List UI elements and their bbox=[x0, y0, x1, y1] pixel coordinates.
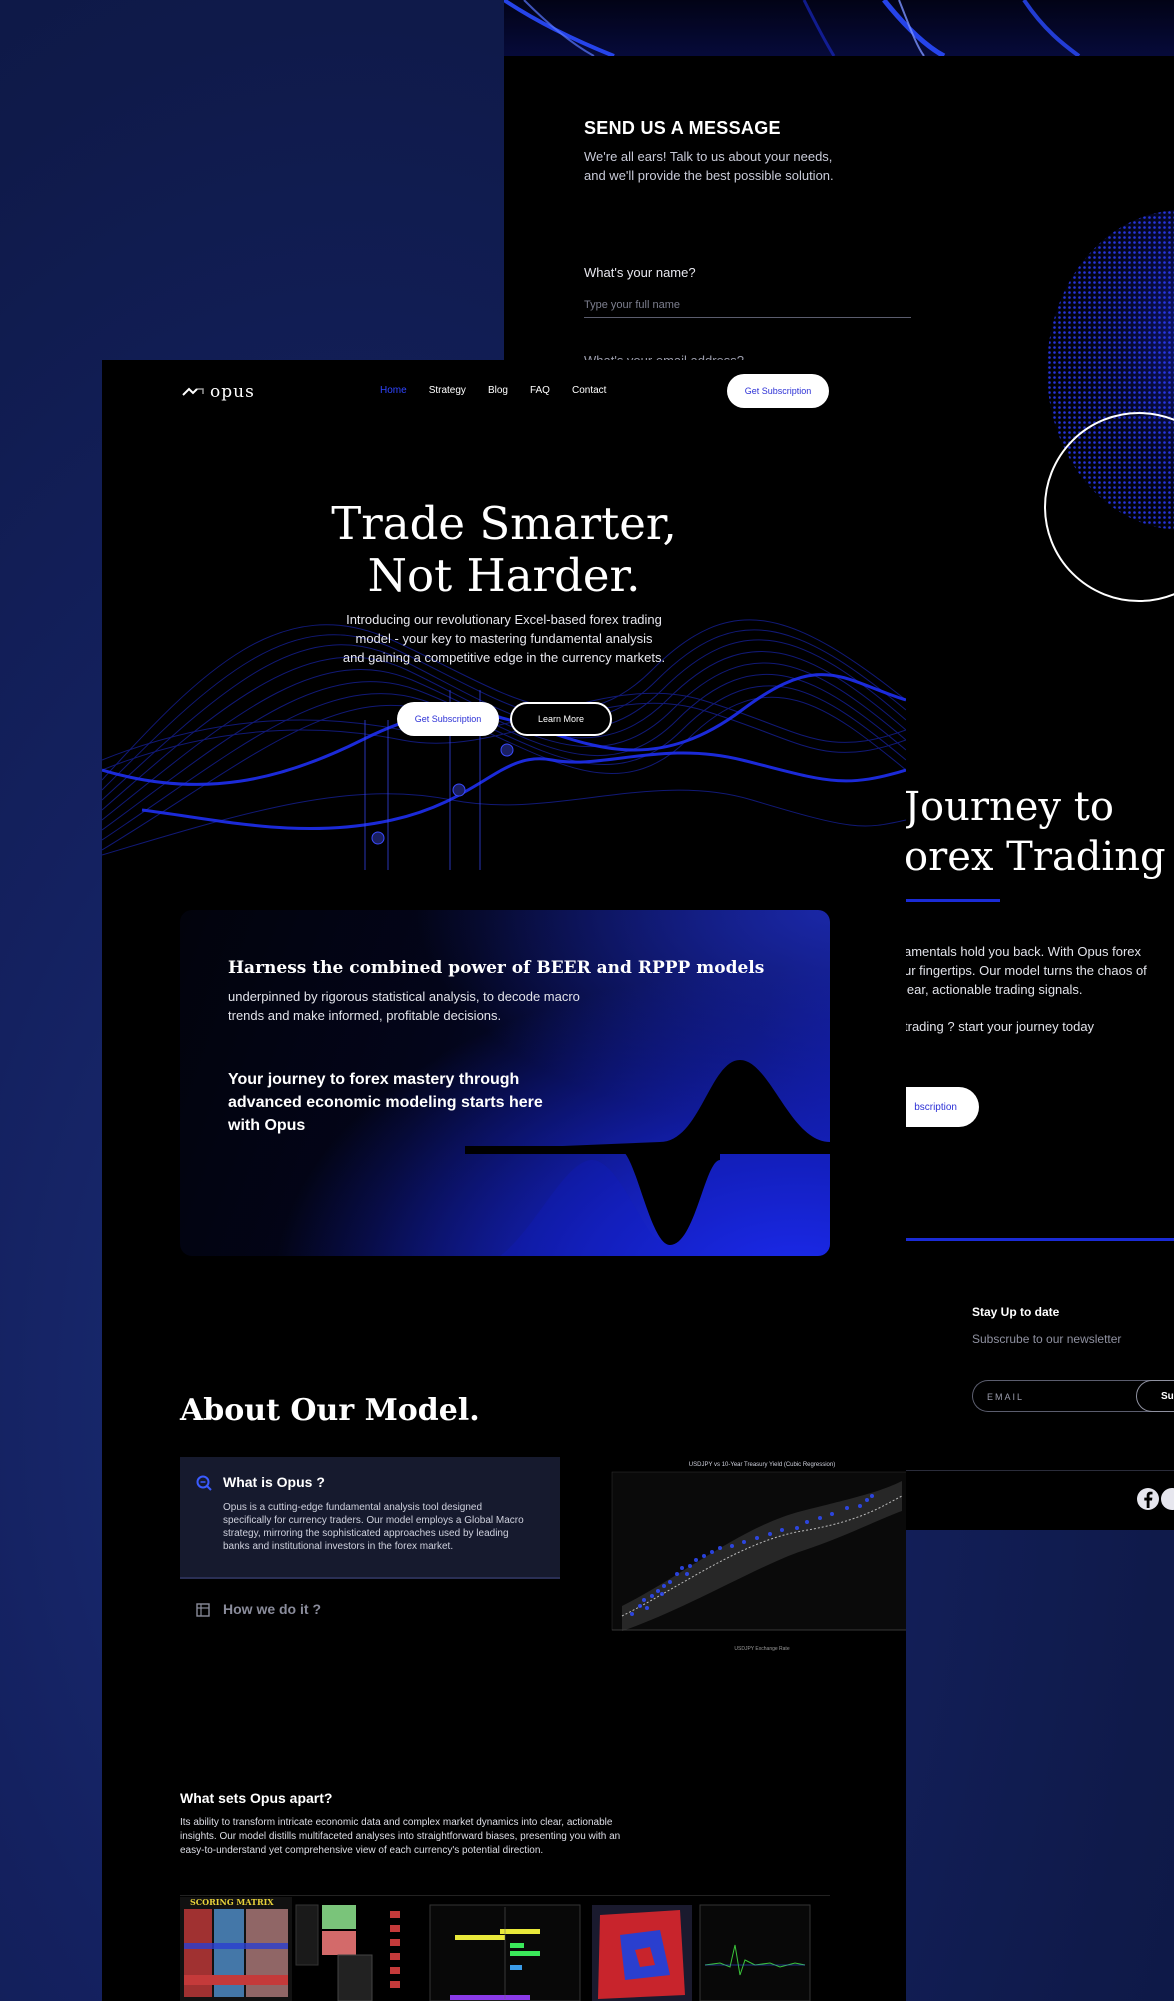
hero-subtitle: Introducing our revolutionary Excel-base… bbox=[102, 610, 906, 667]
journey-body-line: amentals hold you back. With Opus forex bbox=[904, 944, 1142, 959]
newsletter-submit-button[interactable]: Su bbox=[1136, 1380, 1174, 1412]
top-banner bbox=[504, 0, 1174, 59]
contact-subtitle-line: We're all ears! Talk to us about your ne… bbox=[584, 149, 833, 164]
newsletter-subtitle: Subscrube to our newsletter bbox=[972, 1332, 1122, 1346]
apart-body: Its ability to transform intricate econo… bbox=[180, 1816, 640, 1858]
feature-paragraph: underpinned by rigorous statistical anal… bbox=[228, 987, 648, 1025]
accordion-title: What is Opus ? bbox=[223, 1474, 325, 1490]
accordion-body-line: specifically for currency traders. Our m… bbox=[223, 1515, 524, 1526]
nav-item-contact[interactable]: Contact bbox=[572, 385, 606, 396]
logo-mark-icon bbox=[182, 387, 204, 396]
nav-item-home[interactable]: Home bbox=[380, 385, 407, 396]
apart-body-line: insights. Our model distills multifacete… bbox=[180, 1831, 621, 1842]
contact-subtitle: We're all ears! Talk to us about your ne… bbox=[584, 147, 924, 185]
feature-heading: Harness the combined power of BEER and R… bbox=[228, 958, 765, 978]
about-title: About Our Model. bbox=[180, 1393, 480, 1428]
journey-title-line: orex Trading bbox=[904, 834, 1166, 880]
feature-statement-line: with Opus bbox=[228, 1117, 306, 1134]
nav-item-faq[interactable]: FAQ bbox=[530, 385, 550, 396]
scoring-matrix-label: SCORING MATRIX bbox=[190, 1897, 274, 1907]
search-icon bbox=[196, 1475, 212, 1491]
hero-subtitle-line: model - your key to mastering fundamenta… bbox=[355, 631, 653, 646]
accordion-item-how-we-do-it[interactable]: How we do it ? bbox=[180, 1579, 560, 1639]
accordion-item-what-is-opus[interactable]: What is Opus ? Opus is a cutting-edge fu… bbox=[180, 1457, 560, 1579]
table-icon bbox=[196, 1603, 210, 1617]
hero-title-line: Trade Smarter, bbox=[331, 497, 677, 550]
hero-subscription-button[interactable]: Get Subscription bbox=[397, 702, 499, 736]
accordion-title: How we do it ? bbox=[223, 1601, 321, 1617]
regression-chart-title: USDJPY vs 10-Year Treasury Yield (Cubic … bbox=[689, 1462, 835, 1468]
nav-item-blog[interactable]: Blog bbox=[488, 385, 508, 396]
regression-chart-xlabel: USDJPY Exchange Rate bbox=[734, 1646, 789, 1652]
contact-title: SEND US A MESSAGE bbox=[584, 118, 781, 138]
nav-item-strategy[interactable]: Strategy bbox=[429, 385, 466, 396]
journey-body-line: lear, actionable trading signals. bbox=[904, 982, 1083, 997]
hero-subtitle-line: Introducing our revolutionary Excel-base… bbox=[346, 612, 662, 627]
journey-underline bbox=[904, 899, 1000, 902]
newsletter-email-input[interactable]: EMAIL bbox=[972, 1380, 1162, 1412]
journey-title-line: Journey to bbox=[904, 784, 1114, 830]
feature-statement: Your journey to forex mastery through ad… bbox=[228, 1068, 608, 1137]
regression-chart-image: USDJPY vs 10-Year Treasury Yield (Cubic … bbox=[592, 1456, 906, 1656]
logo[interactable]: opus bbox=[182, 382, 255, 402]
section-divider bbox=[904, 1238, 1174, 1241]
accordion-body-line: banks and institutional investors in the… bbox=[223, 1541, 454, 1552]
hero-subtitle-line: and gaining a competitive edge in the cu… bbox=[342, 650, 666, 665]
journey-body-line: ur fingertips. Our model turns the chaos… bbox=[904, 963, 1147, 978]
footer-divider bbox=[904, 1470, 1174, 1471]
feature-statement-line: Your journey to forex mastery through bbox=[228, 1071, 520, 1088]
name-field-label: What's your name? bbox=[584, 265, 696, 280]
hero-title-line: Not Harder. bbox=[367, 549, 641, 602]
feature-paragraph-line: trends and make informed, profitable dec… bbox=[228, 1008, 502, 1023]
hero-title: Trade Smarter, Not Harder. bbox=[102, 498, 906, 602]
accordion-body-line: strategy, mirroring the sophisticated ap… bbox=[223, 1528, 509, 1539]
feature-paragraph-line: underpinned by rigorous statistical anal… bbox=[228, 989, 580, 1004]
logo-text: opus bbox=[210, 382, 255, 402]
main-nav: Home Strategy Blog FAQ Contact bbox=[380, 385, 606, 396]
screenshot-thumbnails: SCORING MATRIX bbox=[180, 1895, 830, 2001]
feature-statement-line: advanced economic modeling starts here bbox=[228, 1094, 543, 1111]
contact-intro: SEND US A MESSAGE We're all ears! Talk t… bbox=[584, 118, 924, 185]
journey-title: Journey to orex Trading bbox=[904, 782, 1174, 882]
apart-title: What sets Opus apart? bbox=[180, 1790, 333, 1806]
accordion-body: Opus is a cutting-edge fundamental analy… bbox=[223, 1501, 528, 1553]
name-field[interactable] bbox=[584, 292, 911, 318]
nav-subscription-button[interactable]: Get Subscription bbox=[727, 374, 829, 408]
newsletter-title: Stay Up to date bbox=[972, 1305, 1060, 1319]
accordion-body-line: Opus is a cutting-edge fundamental analy… bbox=[223, 1502, 483, 1513]
contact-subtitle-line: and we'll provide the best possible solu… bbox=[584, 168, 834, 183]
banner-glow-lines bbox=[504, 0, 1081, 59]
landing-page-mockup: opus Home Strategy Blog FAQ Contact Get … bbox=[102, 360, 906, 2001]
scoring-matrix-thumbnail: SCORING MATRIX bbox=[180, 1897, 292, 2001]
apart-body-line: Its ability to transform intricate econo… bbox=[180, 1817, 613, 1828]
apart-body-line: easy-to-understand yet comprehensive vie… bbox=[180, 1845, 544, 1856]
learn-more-button[interactable]: Learn More bbox=[510, 702, 612, 736]
journey-cta-text: trading ? start your journey today bbox=[904, 1019, 1095, 1034]
journey-body: amentals hold you back. With Opus forex … bbox=[904, 942, 1174, 1036]
feature-card: Harness the combined power of BEER and R… bbox=[180, 910, 830, 1256]
facebook-icon[interactable] bbox=[1136, 1487, 1174, 1511]
